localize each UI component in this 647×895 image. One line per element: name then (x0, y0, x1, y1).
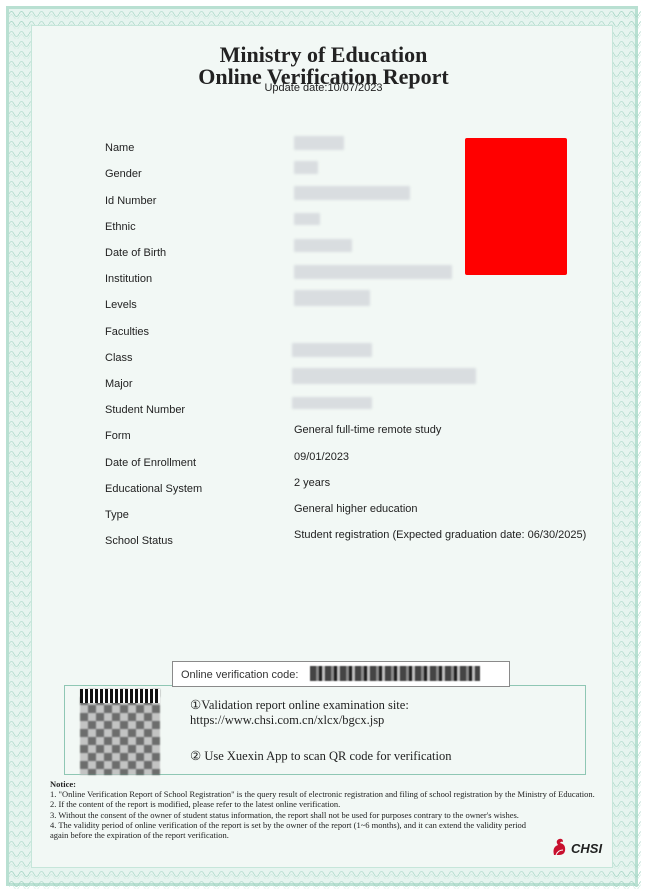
label-faculties: Faculties (105, 326, 150, 338)
label-institution: Institution (105, 273, 153, 285)
student-photo (465, 138, 567, 275)
notice-section: Notice: 1. "Online Verification Report o… (50, 779, 610, 840)
notice-item-3: 3. Without the consent of the owner of s… (50, 809, 519, 820)
chsi-swan-icon (553, 838, 566, 856)
label-form: Form (105, 430, 131, 442)
value-school-status: Student registration (Expected graduatio… (294, 529, 587, 541)
redacted-gender (294, 161, 318, 174)
update-date: Update date:10/07/2023 (264, 82, 383, 94)
redacted-ethnic (294, 213, 320, 225)
label-id-number: Id Number (105, 195, 157, 207)
verification-site-label: ①Validation report online examination si… (190, 698, 409, 712)
redacted-verification-code (310, 666, 480, 681)
value-educational-system: 2 years (294, 477, 331, 489)
redacted-major (292, 368, 476, 384)
redacted-date-of-birth (294, 239, 352, 252)
label-gender: Gender (105, 168, 142, 180)
verification-site-url[interactable]: https://www.chsi.com.cn/xlcx/bgcx.jsp (190, 713, 384, 728)
label-class: Class (105, 352, 133, 364)
label-ethnic: Ethnic (105, 221, 136, 233)
redacted-class (292, 343, 372, 357)
chsi-logo-text: CHSI (571, 841, 603, 856)
label-educational-system: Educational System (105, 483, 203, 495)
notice-item-4: 4. The validity period of online verific… (50, 819, 527, 841)
notice-title: Notice: (50, 779, 76, 789)
notice-item-1: 1. "Online Verification Report of School… (50, 789, 595, 800)
label-major: Major (105, 378, 133, 390)
verification-app-instruction: ② Use Xuexin App to scan QR code for ver… (190, 749, 452, 763)
label-levels: Levels (105, 299, 137, 311)
label-school-status: School Status (105, 535, 173, 547)
label-date-of-birth: Date of Birth (105, 247, 167, 259)
qr-code-top-strip (80, 689, 160, 703)
label-student-number: Student Number (105, 404, 186, 416)
redacted-id-number (294, 186, 410, 200)
verification-code-box: Online verification code: (172, 661, 510, 687)
redacted-name (294, 136, 344, 150)
notice-item-2: 2. If the content of the report is modif… (50, 799, 341, 810)
value-form: General full-time remote study (294, 424, 442, 436)
label-name: Name (105, 142, 135, 154)
label-type: Type (105, 509, 129, 521)
redacted-levels (294, 290, 370, 306)
label-date-of-enrollment: Date of Enrollment (105, 457, 197, 469)
redacted-institution (294, 265, 452, 279)
redacted-student-number (292, 397, 372, 409)
value-date-of-enrollment: 09/01/2023 (294, 451, 350, 463)
value-type: General higher education (294, 503, 418, 515)
verification-code-label: Online verification code: (181, 669, 299, 681)
chsi-logo: CHSI (551, 837, 607, 859)
